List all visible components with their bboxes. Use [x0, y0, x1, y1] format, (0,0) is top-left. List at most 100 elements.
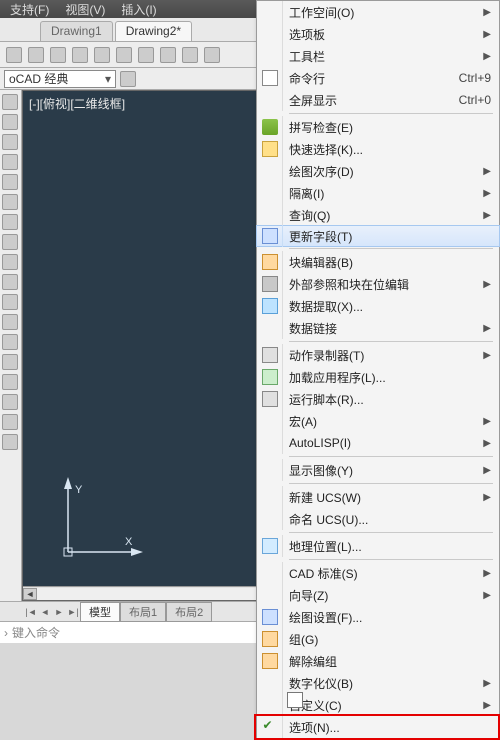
menu-item[interactable]: 显示图像(Y)▶ — [257, 459, 499, 481]
check-icon — [257, 716, 283, 738]
copy-icon[interactable] — [138, 47, 154, 63]
menu-item[interactable]: 块编辑器(B) — [257, 251, 499, 273]
menu-item[interactable]: AutoLISP(I)▶ — [257, 432, 499, 454]
menu-item[interactable]: 数据提取(X)... — [257, 295, 499, 317]
dim-icon[interactable] — [2, 234, 18, 250]
menu-item[interactable]: 运行脚本(R)... — [257, 388, 499, 410]
blank-icon — [257, 584, 283, 606]
tab-layout2[interactable]: 布局2 — [166, 602, 212, 622]
menu-item[interactable]: 选项(N)... — [257, 716, 499, 738]
mirror-icon[interactable] — [2, 334, 18, 350]
menu-item-label: 命令行 — [289, 70, 453, 87]
submenu-arrow-icon: ▶ — [483, 188, 491, 199]
menu-shortcut: Ctrl+0 — [459, 93, 491, 107]
menu-item[interactable]: 命名 UCS(U)... — [257, 508, 499, 530]
menu-item[interactable]: 绘图设置(F)... — [257, 606, 499, 628]
menu-item[interactable]: 命令行Ctrl+9 — [257, 67, 499, 89]
menu-left-3[interactable]: 插入(I) — [121, 1, 156, 18]
menu-item[interactable]: 宏(A)▶ — [257, 410, 499, 432]
scale-icon[interactable] — [2, 314, 18, 330]
menu-item[interactable]: 隔离(I)▶ — [257, 182, 499, 204]
quick-icon — [257, 138, 283, 160]
fillet-icon[interactable] — [2, 414, 18, 430]
menu-item-label: 块编辑器(B) — [289, 254, 491, 271]
open-icon[interactable] — [28, 47, 44, 63]
menu-item[interactable]: 外部参照和块在位编辑▶ — [257, 273, 499, 295]
trim-icon[interactable] — [2, 354, 18, 370]
doc-tab-drawing2[interactable]: Drawing2* — [115, 21, 192, 41]
menu-item[interactable]: 拼写检查(E) — [257, 116, 499, 138]
menu-item[interactable]: CAD 标准(S)▶ — [257, 562, 499, 584]
redo-icon[interactable] — [204, 47, 220, 63]
ltab-first-icon[interactable]: |◄ — [24, 607, 38, 617]
extend-icon[interactable] — [2, 374, 18, 390]
tab-model[interactable]: 模型 — [80, 602, 120, 622]
submenu-arrow-icon: ▶ — [483, 590, 491, 601]
menu-item[interactable]: 数据链接▶ — [257, 317, 499, 339]
save-icon[interactable] — [50, 47, 66, 63]
menu-item[interactable]: 地理位置(L)... — [257, 535, 499, 557]
menu-item[interactable]: 快速选择(K)... — [257, 138, 499, 160]
submenu-arrow-icon: ▶ — [483, 210, 491, 221]
ws-gear-icon[interactable] — [120, 71, 136, 87]
hatch-icon[interactable] — [2, 194, 18, 210]
menu-item-label: 运行脚本(R)... — [289, 391, 491, 408]
left-toolbar[interactable] — [0, 90, 22, 601]
menu-item[interactable]: 数字化仪(B)▶ — [257, 672, 499, 694]
menu-item[interactable]: 组(G) — [257, 628, 499, 650]
blank-icon — [257, 486, 283, 508]
viewport-label[interactable]: -][俯视][二维线框 — [29, 95, 125, 112]
pline-icon[interactable] — [2, 114, 18, 130]
menu-item-label: CAD 标准(S) — [289, 565, 483, 582]
menu-item[interactable]: 解除编组 — [257, 650, 499, 672]
doc-tab-drawing1[interactable]: Drawing1 — [40, 21, 113, 41]
menu-item[interactable]: 选项板▶ — [257, 23, 499, 45]
blank-icon — [257, 432, 283, 454]
offset-icon[interactable] — [2, 394, 18, 410]
move-icon[interactable] — [2, 254, 18, 270]
menu-item[interactable]: 动作录制器(T)▶ — [257, 344, 499, 366]
tab-layout1[interactable]: 布局1 — [120, 602, 166, 622]
menu-item[interactable]: 新建 UCS(W)▶ — [257, 486, 499, 508]
ltab-last-icon[interactable]: ►| — [66, 607, 80, 617]
menu-item[interactable]: 更新字段(T) — [256, 225, 500, 247]
submenu-arrow-icon: ▶ — [483, 350, 491, 361]
submenu-arrow-icon: ▶ — [483, 568, 491, 579]
load-icon — [257, 366, 283, 388]
copy2-icon[interactable] — [2, 274, 18, 290]
print-icon[interactable] — [72, 47, 88, 63]
menu-item[interactable]: 工作空间(O)▶ — [257, 1, 499, 23]
menu-item-label: 选项板 — [289, 26, 483, 43]
ltab-prev-icon[interactable]: ◄ — [38, 607, 52, 617]
menu-item[interactable]: 工具栏▶ — [257, 45, 499, 67]
new-icon[interactable] — [6, 47, 22, 63]
submenu-arrow-icon: ▶ — [483, 279, 491, 290]
menu-item-label: 选项(N)... — [289, 719, 491, 736]
rotate-icon[interactable] — [2, 294, 18, 310]
preview-icon[interactable] — [94, 47, 110, 63]
menu-item[interactable]: 绘图次序(D)▶ — [257, 160, 499, 182]
menu-item-label: 解除编组 — [289, 653, 491, 670]
text-icon[interactable] — [2, 214, 18, 230]
menu-item[interactable]: 全屏显示Ctrl+0 — [257, 89, 499, 111]
rect-icon[interactable] — [2, 174, 18, 190]
paste-icon[interactable] — [160, 47, 176, 63]
cut-icon[interactable] — [116, 47, 132, 63]
array-icon[interactable] — [2, 434, 18, 450]
menu-left-2[interactable]: 视图(V) — [65, 1, 105, 18]
workspace-combo[interactable]: oCAD 经典 ▾ — [4, 70, 116, 88]
tools-menu[interactable]: 工作空间(O)▶选项板▶工具栏▶命令行Ctrl+9全屏显示Ctrl+0拼写检查(… — [256, 0, 500, 739]
undo-icon[interactable] — [182, 47, 198, 63]
menu-item-label: 外部参照和块在位编辑 — [289, 276, 483, 293]
circle-icon[interactable] — [2, 134, 18, 150]
menu-item[interactable]: 向导(Z)▶ — [257, 584, 499, 606]
arc-icon[interactable] — [2, 154, 18, 170]
submenu-arrow-icon: ▶ — [483, 438, 491, 449]
menu-item[interactable]: 加载应用程序(L)... — [257, 366, 499, 388]
menu-item[interactable]: 查询(Q)▶ — [257, 204, 499, 226]
menu-left-1[interactable]: 支持(F) — [10, 1, 49, 18]
ucs-y-label: Y — [75, 484, 83, 496]
ltab-next-icon[interactable]: ► — [52, 607, 66, 617]
line-icon[interactable] — [2, 94, 18, 110]
scroll-left-icon[interactable]: ◄ — [23, 588, 37, 600]
